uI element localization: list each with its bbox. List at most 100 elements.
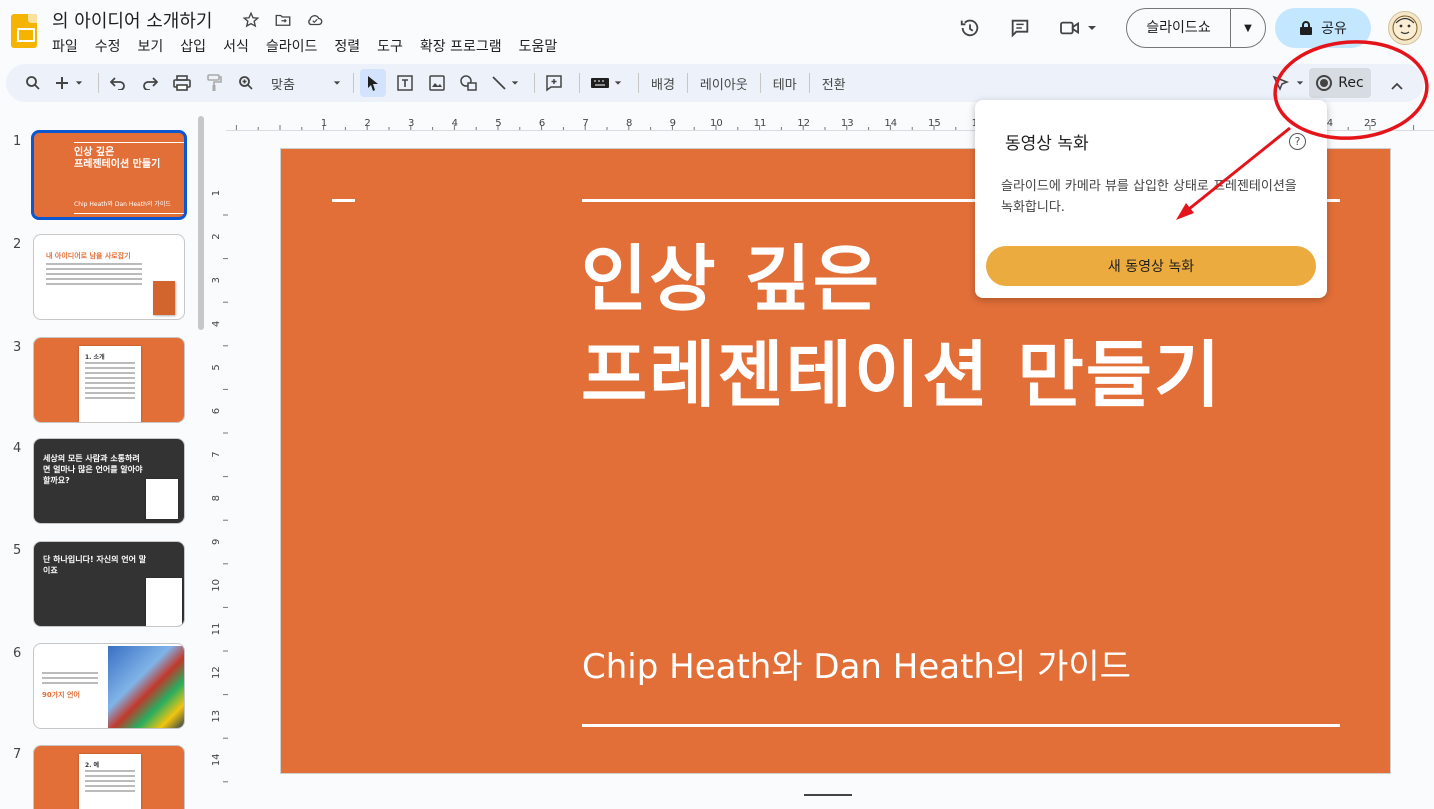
ruler-label: 8: [211, 495, 222, 501]
thumb-title: 90가지 언어: [42, 691, 80, 699]
thumb-subtitle: Chip Heath와 Dan Heath의 가이드: [74, 201, 171, 208]
ruler-label: 14: [884, 118, 897, 129]
comments-icon[interactable]: [1000, 8, 1040, 48]
background-button[interactable]: 배경: [645, 74, 681, 93]
star-icon[interactable]: [240, 9, 262, 31]
slide-number: 4: [13, 441, 22, 456]
flags-image: [108, 646, 184, 728]
slide-number: 2: [13, 237, 22, 252]
ruler-label: 13: [211, 710, 222, 723]
slide-thumbnail-3[interactable]: 1. 소개: [33, 337, 185, 423]
thumb-title: 2. 예: [85, 762, 100, 769]
slide-number: 6: [13, 646, 22, 661]
menu-insert[interactable]: 삽입: [180, 36, 213, 56]
ruler-label: 12: [797, 118, 810, 129]
theme-button[interactable]: 테마: [767, 74, 803, 93]
search-menus-icon[interactable]: [20, 69, 46, 97]
input-tools-icon[interactable]: [586, 69, 626, 97]
shape-icon[interactable]: [456, 69, 482, 97]
popup-title: 동영상 녹화: [1005, 134, 1089, 154]
menu-slide[interactable]: 슬라이드: [266, 36, 325, 56]
ruler-label: 15: [928, 118, 941, 129]
slide-thumbnail-5[interactable]: 단 하나입니다! 자신의 언어 말이죠: [33, 541, 185, 627]
menu-bar: 파일 수정 보기 삽입 서식 슬라이드 정렬 도구 확장 프로그램 도움말: [52, 36, 574, 56]
ruler-label: 3: [408, 118, 414, 129]
print-icon[interactable]: [169, 69, 195, 97]
menu-tools[interactable]: 도구: [377, 36, 410, 56]
record-label: Rec: [1338, 75, 1364, 91]
slide-thumbnail-1[interactable]: 인상 깊은 프레젠테이션 만들기 Chip Heath와 Dan Heath의 …: [31, 130, 187, 220]
slide-thumbnail-7[interactable]: 2. 예: [33, 745, 185, 809]
slide-thumbnail-4[interactable]: 세상의 모든 사람과 소통하려면 얼마나 많은 언어를 알아야 할까요?: [33, 438, 185, 524]
ruler-label: 5: [495, 118, 501, 129]
zoom-select[interactable]: 맞춤: [265, 69, 341, 97]
line-icon[interactable]: [488, 69, 522, 97]
user-avatar[interactable]: [1388, 11, 1422, 45]
document-title[interactable]: 의 아이디어 소개하기: [52, 7, 212, 33]
menu-edit[interactable]: 수정: [95, 36, 128, 56]
menu-extensions[interactable]: 확장 프로그램: [420, 36, 509, 56]
menu-arrange[interactable]: 정렬: [334, 36, 367, 56]
filmstrip-scrollbar[interactable]: [198, 116, 204, 330]
help-icon[interactable]: ?: [1289, 133, 1306, 150]
ruler-label: 11: [211, 623, 222, 636]
ruler-label: 9: [211, 539, 222, 545]
accent-dash: [332, 199, 355, 202]
ruler-label: 7: [582, 118, 588, 129]
slideshow-label[interactable]: 슬라이드쇼: [1127, 9, 1231, 47]
slideshow-dropdown-icon[interactable]: ▼: [1231, 23, 1265, 34]
slide-subtitle[interactable]: Chip Heath와 Dan Heath의 가이드: [582, 639, 1131, 688]
thumb-title: 단 하나입니다! 자신의 언어 말이죠: [43, 555, 147, 575]
slides-logo-icon[interactable]: [11, 14, 37, 48]
add-comment-icon[interactable]: [541, 69, 567, 97]
ruler-label: 1: [321, 118, 327, 129]
ruler-label: 5: [211, 364, 222, 370]
thumb-title: 인상 깊은 프레젠테이션 만들기: [74, 147, 161, 170]
slide-number: 7: [13, 747, 22, 762]
image-icon[interactable]: [424, 69, 450, 97]
select-tool-icon[interactable]: [360, 69, 386, 97]
ruler-label: 10: [710, 118, 723, 129]
menu-format[interactable]: 서식: [223, 36, 256, 56]
layout-button[interactable]: 레이아웃: [694, 74, 754, 93]
meet-camera-icon[interactable]: [1050, 8, 1106, 48]
ruler-label: 9: [670, 118, 676, 129]
menu-help[interactable]: 도움말: [519, 36, 565, 56]
new-slide-icon[interactable]: [52, 69, 86, 97]
slideshow-button[interactable]: 슬라이드쇼 ▼: [1126, 8, 1266, 48]
zoom-icon[interactable]: [233, 69, 259, 97]
thumb-title: 내 아이디어로 남을 사로잡기: [46, 252, 131, 260]
pointer-tool-icon[interactable]: [1272, 74, 1304, 92]
ruler-label: 4: [452, 118, 458, 129]
vertical-ruler: 1234567891011121314: [211, 190, 228, 783]
undo-icon[interactable]: [105, 69, 131, 97]
new-recording-button[interactable]: 새 동영상 녹화: [986, 246, 1316, 286]
ruler-label: 13: [841, 118, 854, 129]
ruler-label: 12: [211, 666, 222, 679]
ruler-label: 7: [211, 451, 222, 457]
slides-app: 의 아이디어 소개하기 파일 수정 보기 삽입 서식 슬라이드 정렬 도구 확장…: [0, 0, 1434, 809]
ruler-label: 6: [211, 408, 222, 414]
text-box-icon[interactable]: [392, 69, 418, 97]
slide-number: 3: [13, 340, 22, 355]
collapse-toolbar-icon[interactable]: [1390, 76, 1404, 95]
ruler-label: 2: [364, 118, 370, 129]
cloud-saved-icon[interactable]: [304, 9, 326, 31]
slide-title-line2: 프레젠테이션 만들기: [581, 333, 1223, 417]
move-folder-icon[interactable]: [272, 9, 294, 31]
paint-format-icon[interactable]: [201, 69, 227, 97]
lock-icon: [1300, 21, 1313, 35]
ruler-label: 14: [211, 753, 222, 766]
speaker-notes-resize-handle[interactable]: [804, 794, 852, 796]
ruler-label: 8: [626, 118, 632, 129]
transition-button[interactable]: 전환: [816, 74, 852, 93]
redo-icon[interactable]: [137, 69, 163, 97]
ruler-label: 6: [539, 118, 545, 129]
version-history-icon[interactable]: [950, 8, 990, 48]
slide-thumbnail-6[interactable]: 90가지 언어: [33, 643, 185, 729]
share-button[interactable]: 공유: [1275, 8, 1371, 48]
slide-thumbnail-2[interactable]: 내 아이디어로 남을 사로잡기: [33, 234, 185, 320]
record-button[interactable]: Rec: [1309, 68, 1371, 98]
menu-file[interactable]: 파일: [52, 36, 85, 56]
menu-view[interactable]: 보기: [138, 36, 171, 56]
